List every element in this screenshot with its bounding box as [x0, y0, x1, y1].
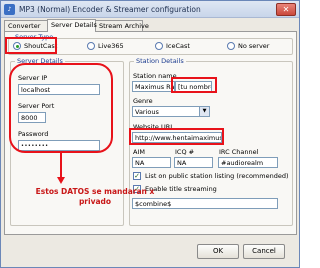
highlight-website: [129, 128, 224, 145]
tab-server-details[interactable]: Server Details: [47, 19, 97, 32]
tab-stream-archive[interactable]: Stream Archive: [95, 20, 149, 31]
annotation-arrow-shaft: [60, 152, 62, 178]
window-title: MP3 (Normal) Encoder & Streamer configur…: [19, 5, 201, 14]
tab-converter[interactable]: Converter: [4, 20, 48, 31]
aim-label: AIM: [133, 148, 145, 156]
genre-label: Genre: [133, 97, 153, 105]
list-public-checkbox[interactable]: ✓ List on public station listing (recomm…: [133, 172, 289, 180]
radio-live365[interactable]: Live365: [87, 42, 124, 50]
irc-field[interactable]: #audiorealm: [218, 157, 278, 168]
radio-icon: [155, 42, 163, 50]
app-icon: ♪: [4, 4, 15, 15]
arrow-down-icon: [57, 177, 65, 184]
radio-icecast[interactable]: IceCast: [155, 42, 190, 50]
irc-label: IRC Channel: [219, 148, 259, 156]
chevron-down-icon: ▼: [199, 107, 209, 116]
radio-icecast-label: IceCast: [166, 42, 190, 50]
close-button[interactable]: ✕: [276, 3, 296, 16]
list-public-label: List on public station listing (recommen…: [145, 172, 289, 180]
station-details-label: Station Details: [134, 57, 186, 65]
radio-no-server-label: No server: [238, 42, 270, 50]
cancel-button[interactable]: Cancel: [243, 244, 285, 259]
radio-icon: [87, 42, 95, 50]
radio-icon: [227, 42, 235, 50]
dialog-window: ♪ MP3 (Normal) Encoder & Streamer config…: [0, 0, 300, 268]
aim-field[interactable]: NA: [132, 157, 171, 168]
highlight-station-name: [171, 77, 217, 93]
icq-label: ICQ #: [175, 148, 195, 156]
radio-no-server[interactable]: No server: [227, 42, 269, 50]
genre-select[interactable]: Various ▼: [132, 106, 210, 117]
radio-live365-label: Live365: [98, 42, 124, 50]
title-streaming-label: Enable title streaming: [145, 185, 217, 193]
icq-field[interactable]: NA: [174, 157, 213, 168]
title-bar[interactable]: ♪ MP3 (Normal) Encoder & Streamer config…: [1, 1, 299, 18]
ok-button[interactable]: OK: [197, 244, 239, 259]
checkmark-icon: ✓: [133, 172, 141, 180]
genre-value: Various: [135, 108, 159, 116]
highlight-server-details: [9, 63, 113, 153]
annotation-text: Estos DATOS se mandaran x privado: [35, 187, 155, 206]
station-name-field[interactable]: Maximus Radio: [132, 81, 175, 92]
highlight-shoutcast: [5, 37, 57, 54]
